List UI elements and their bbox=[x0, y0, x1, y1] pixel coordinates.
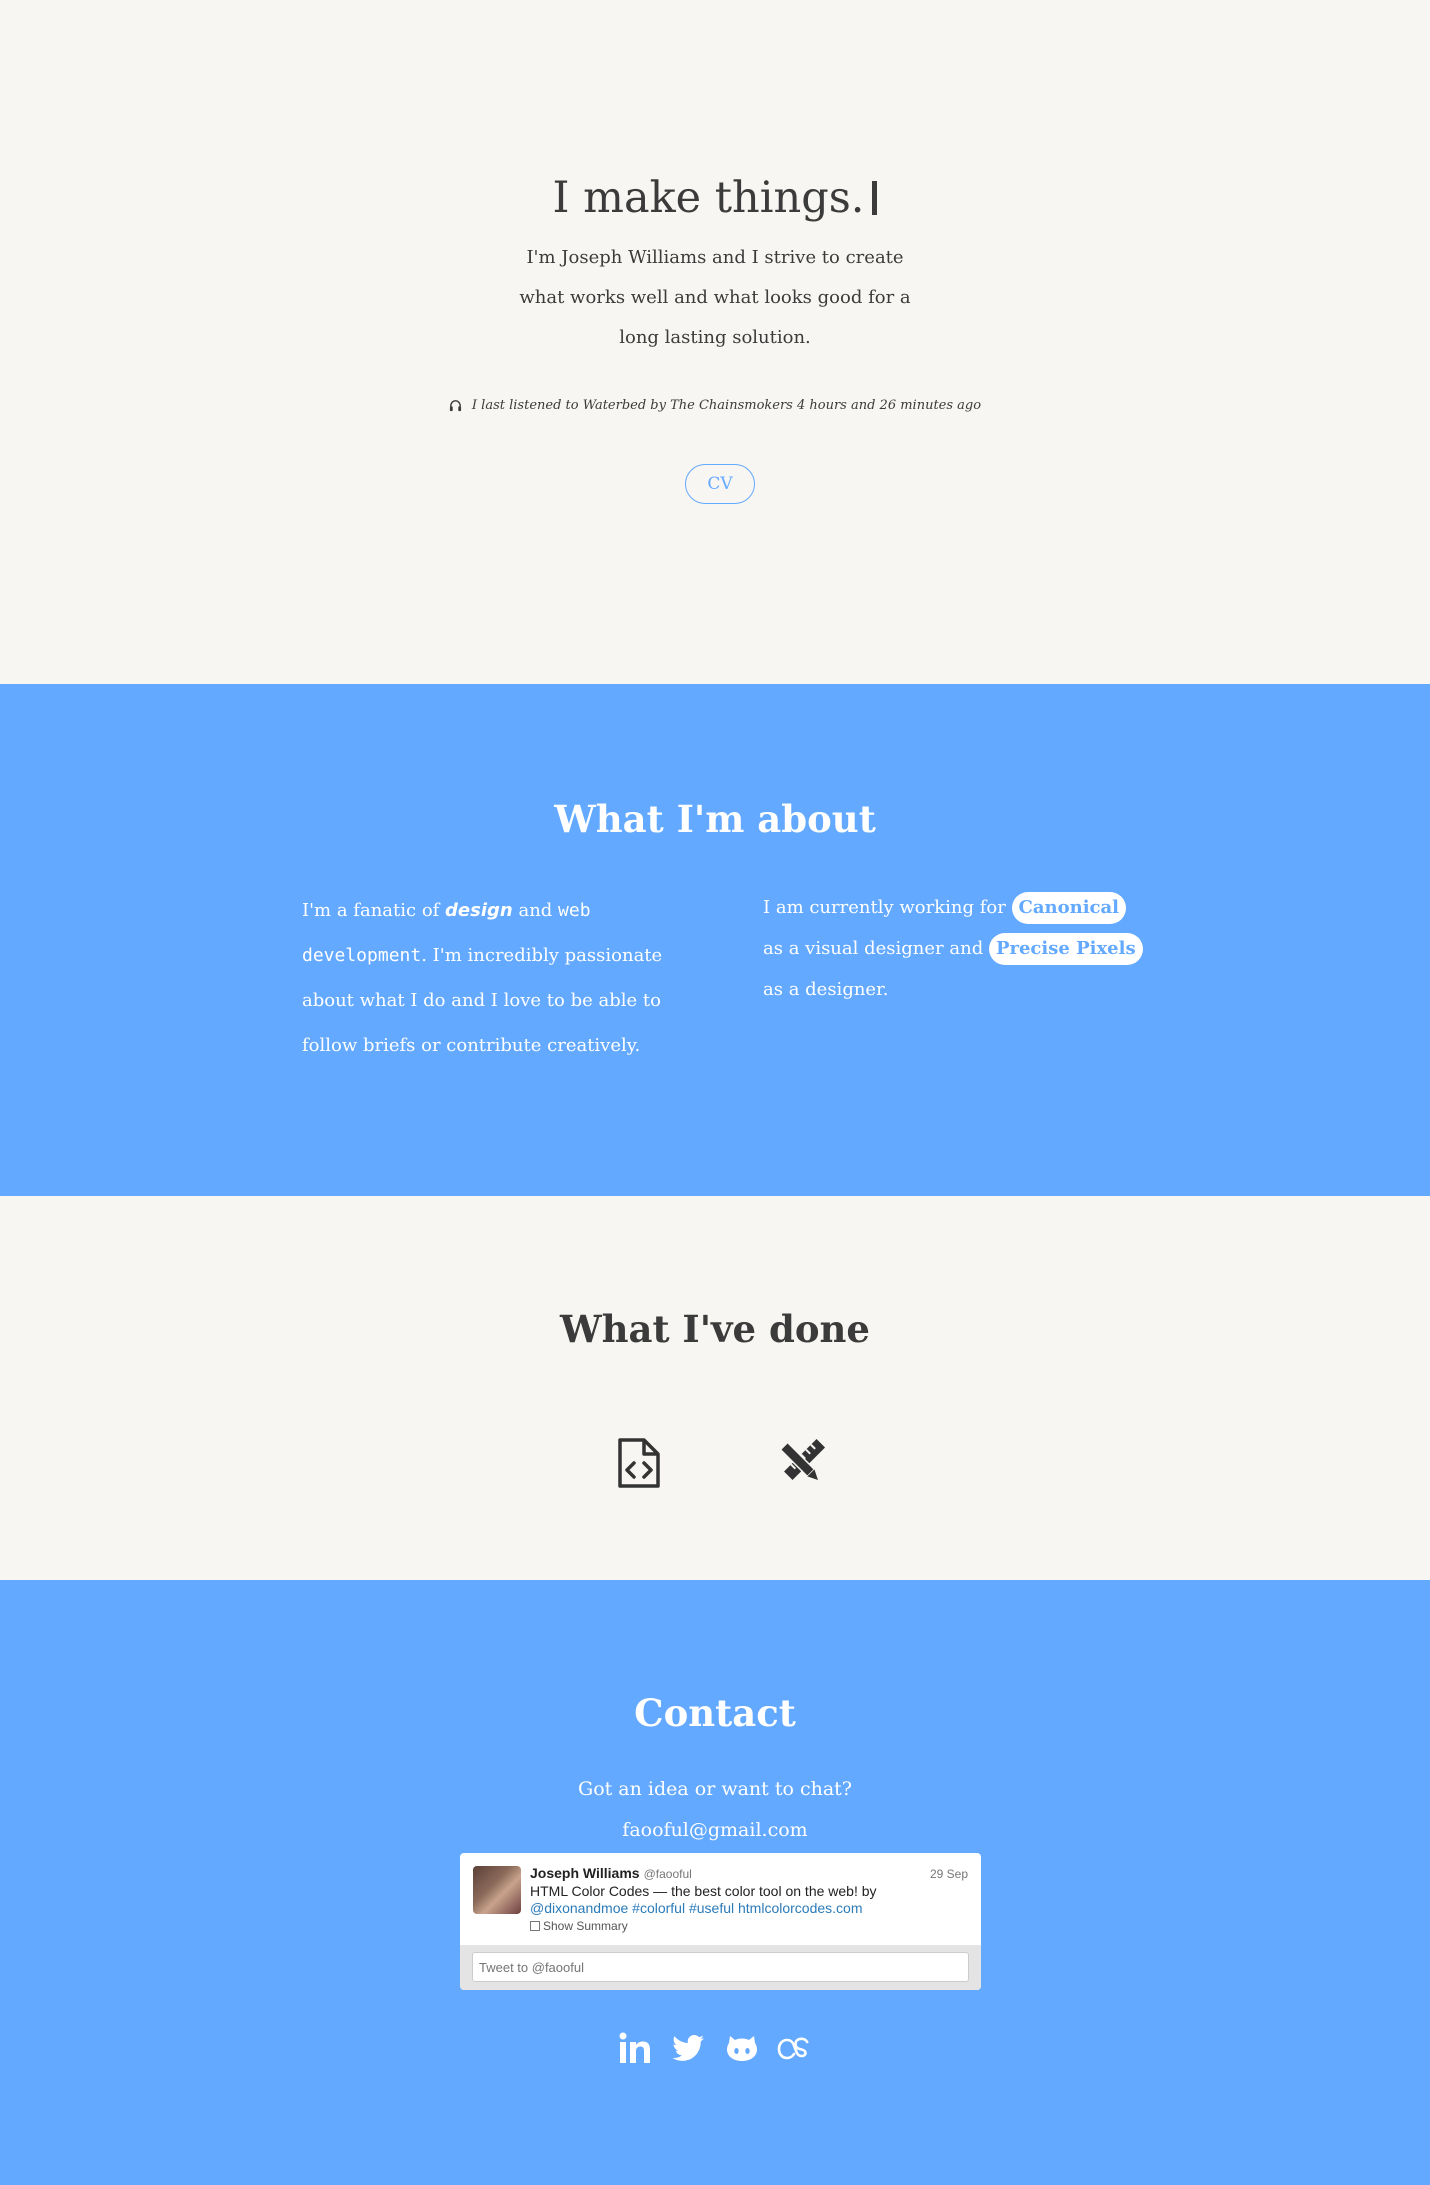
hero-description: I'm Joseph Williams and I strive to crea… bbox=[519, 247, 911, 348]
about-title: What I'm about bbox=[554, 797, 876, 841]
contact-section: Contact Got an idea or want to chat? fao… bbox=[0, 1580, 1430, 2185]
tweet-links[interactable]: @dixonandmoe #colorful #useful htmlcolor… bbox=[530, 1900, 863, 1916]
tweet-author[interactable]: Joseph Williams @faooful bbox=[530, 1865, 692, 1881]
about-text-part: as a designer. bbox=[763, 979, 889, 1000]
about-text-part: as a visual designer and bbox=[763, 938, 989, 959]
show-summary-label: Show Summary bbox=[543, 1919, 628, 1933]
github-icon[interactable] bbox=[724, 2030, 760, 2066]
hero-title-text: I make things. bbox=[552, 173, 865, 223]
linkedin-icon[interactable] bbox=[617, 2030, 653, 2066]
about-work-text: I am currently working for Canonical as … bbox=[763, 887, 1143, 1010]
lastfm-icon[interactable] bbox=[777, 2030, 813, 2066]
tweet-date[interactable]: 29 Sep bbox=[930, 1867, 968, 1881]
design-tools-icon[interactable] bbox=[775, 1437, 827, 1489]
cv-button[interactable]: CV bbox=[685, 464, 755, 504]
summary-icon bbox=[530, 1921, 540, 1931]
file-code-icon[interactable] bbox=[613, 1437, 665, 1489]
precise-pixels-link[interactable]: Precise Pixels bbox=[988, 933, 1143, 965]
headphones-icon bbox=[449, 399, 462, 416]
tweet-handle: @faooful bbox=[643, 1867, 692, 1881]
social-links bbox=[0, 2030, 1430, 2070]
done-title: What I've done bbox=[560, 1307, 870, 1351]
now-listening-text: I last listened to Waterbed by The Chain… bbox=[471, 398, 982, 413]
embedded-tweet: Joseph Williams @faooful 29 Sep HTML Colo… bbox=[460, 1853, 981, 1990]
about-text-part: and bbox=[512, 900, 559, 921]
typing-cursor bbox=[872, 181, 878, 215]
contact-prompt: Got an idea or want to chat? bbox=[578, 1778, 852, 1800]
tweet-text: HTML Color Codes — the best color tool o… bbox=[530, 1883, 970, 1917]
contact-title: Contact bbox=[634, 1691, 796, 1735]
about-text-part: I am currently working for bbox=[763, 897, 1012, 918]
tweet-author-name: Joseph Williams bbox=[530, 1865, 640, 1881]
show-summary-link[interactable]: Show Summary bbox=[530, 1919, 628, 1933]
about-passion-text: I'm a fanatic of design and web developm… bbox=[302, 888, 682, 1068]
twitter-icon[interactable] bbox=[670, 2030, 706, 2066]
about-section: What I'm about I'm a fanatic of design a… bbox=[0, 684, 1430, 1196]
tweet-text-plain: HTML Color Codes — the best color tool o… bbox=[530, 1883, 877, 1899]
design-keyword: design bbox=[445, 900, 513, 921]
hero-title: I make things. bbox=[0, 168, 1430, 228]
tweet-reply-input[interactable] bbox=[472, 1952, 969, 1982]
contact-email-link[interactable]: faooful@gmail.com bbox=[0, 1819, 1430, 1841]
tweet-footer bbox=[460, 1945, 981, 1990]
about-text-part: I'm a fanatic of bbox=[302, 900, 446, 921]
avatar[interactable] bbox=[473, 1866, 521, 1914]
hero-section: I make things. I'm Joseph Williams and I… bbox=[0, 0, 1430, 684]
done-section: What I've done bbox=[0, 1196, 1430, 1580]
now-listening: I last listened to Waterbed by The Chain… bbox=[0, 398, 1430, 416]
canonical-link[interactable]: Canonical bbox=[1011, 892, 1127, 924]
